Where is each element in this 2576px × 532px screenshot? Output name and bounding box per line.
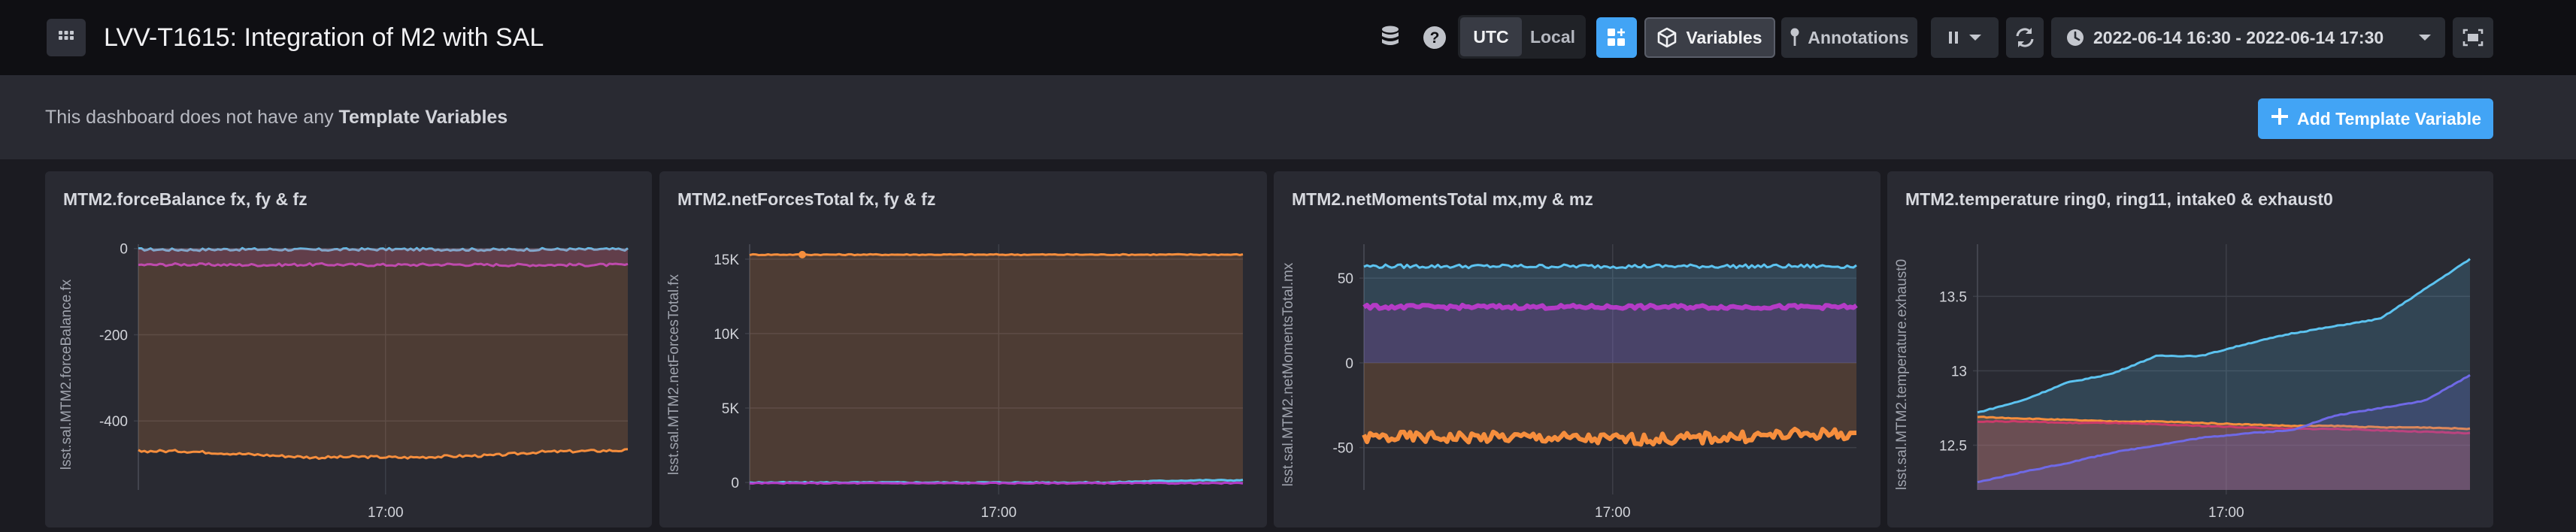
series-area-magenta: [1364, 305, 1856, 363]
y-tick-label: 5K: [722, 401, 740, 417]
page-title: LVV-T1615: Integration of M2 with SAL: [104, 23, 544, 52]
cube-icon: [1657, 27, 1677, 48]
time-range-label: 2022-06-14 16:30 - 2022-06-14 17:30: [2093, 27, 2384, 47]
y-tick-label: -50: [1333, 441, 1353, 457]
y-tick-label: 13.5: [1939, 289, 1967, 305]
help-icon[interactable]: ?: [1417, 20, 1453, 56]
x-tick-label: 17:00: [981, 505, 1017, 521]
add-cell-button[interactable]: [1596, 17, 1637, 58]
y-tick-label: 0: [1345, 356, 1353, 372]
series-area-orange: [1364, 362, 1856, 445]
y-tick-label: 12.5: [1939, 439, 1967, 455]
y-tick-label: 13: [1951, 364, 1967, 379]
presentation-mode-icon: [2462, 28, 2484, 47]
y-axis-label: lsst.sal.MTM2.netForcesTotal.fx: [666, 274, 682, 475]
series-area-orange: [138, 248, 628, 459]
series-line-magenta[interactable]: [749, 481, 1244, 485]
y-tick-label: 50: [1338, 271, 1353, 287]
timezone-toggle: UTC Local: [1458, 15, 1586, 59]
add-template-variable-button[interactable]: Add Template Variable: [2258, 98, 2493, 139]
series-line-orange[interactable]: [749, 252, 1244, 257]
database-icon[interactable]: [1372, 20, 1408, 56]
y-tick-label: -200: [99, 328, 128, 343]
refresh-button[interactable]: [2006, 17, 2044, 58]
add-cell-icon: [1606, 27, 1627, 48]
dashboard-cell-force-balance[interactable]: MTM2.forceBalance fx, fy & fz 0 -200 -400 1…: [45, 171, 652, 527]
pause-icon: [1947, 29, 1959, 46]
y-tick-label: -400: [99, 414, 128, 430]
divider: [0, 159, 2576, 167]
y-tick-label: 10K: [714, 327, 739, 343]
x-tick-label: 17:00: [1595, 505, 1631, 521]
apps-grid-icon[interactable]: [47, 19, 86, 56]
template-variables-message-bold: Template Variables: [338, 107, 508, 128]
plus-icon: [2270, 107, 2290, 131]
x-tick-label: 17:00: [2208, 505, 2244, 521]
template-variables-bar: This dashboard does not have any Templat…: [0, 75, 2576, 159]
template-variables-message: This dashboard does not have any Templat…: [45, 104, 508, 131]
presentation-mode-button[interactable]: [2453, 17, 2493, 58]
chevron-down-icon: [1968, 33, 1982, 42]
y-tick-label: 0: [120, 242, 128, 258]
variables-button[interactable]: Variables: [1644, 17, 1775, 58]
chart-plot: 50 0 -50 17:00 lsst.sal.MTM2.netMomentsTotal…: [1280, 244, 1858, 521]
refresh-icon: [2013, 26, 2037, 50]
template-variables-message-text: This dashboard does not have any: [45, 107, 334, 128]
series-line-magenta[interactable]: [1362, 303, 1858, 311]
y-tick-label: 0: [731, 476, 739, 491]
variables-label: Variables: [1686, 27, 1762, 47]
autorefresh-dropdown[interactable]: [1931, 17, 1999, 58]
hover-point[interactable]: [799, 250, 806, 258]
y-axis-label: lsst.sal.MTM2.forceBalance.fx: [59, 279, 74, 470]
top-bar: LVV-T1615: Integration of M2 with SAL ? …: [0, 0, 2576, 75]
annotations-label: Annotations: [1808, 27, 1909, 47]
timezone-utc-button[interactable]: UTC: [1460, 17, 1522, 56]
dashboard-cell-temperature[interactable]: MTM2.temperature ring0, ring11, intake0 …: [1887, 171, 2493, 527]
x-tick-label: 17:00: [368, 505, 404, 521]
dashboard-cell-net-moments[interactable]: MTM2.netMomentsTotal mx,my & mz 50 0 -50 17…: [1274, 171, 1880, 527]
dashboard-cell-net-forces[interactable]: MTM2.netForcesTotal fx, fy & fz 15K 10K 5K…: [659, 171, 1267, 527]
chart-plot: 0 -200 -400 17:00 lsst.sal.MTM2.forceBalance…: [59, 242, 629, 521]
add-template-variable-label: Add Template Variable: [2297, 108, 2481, 128]
y-tick-label: 15K: [714, 252, 739, 268]
y-axis-label: lsst.sal.MTM2.netMomentsTotal.mx: [1280, 262, 1296, 486]
chart-plot: 13.5 13 12.5 17:00 lsst.sal.MTM2.temperature…: [1894, 244, 2471, 521]
annotations-button[interactable]: Annotations: [1781, 17, 1917, 58]
chart-plot: 15K 10K 5K 0 17:00 lsst.sal.MTM2.netForcesTot…: [666, 244, 1244, 521]
time-range-dropdown[interactable]: 2022-06-14 16:30 - 2022-06-14 17:30: [2051, 17, 2445, 58]
series-area-orange: [750, 254, 1243, 483]
timezone-local-button[interactable]: Local: [1522, 17, 1583, 56]
clock-icon: [2066, 29, 2084, 47]
svg-text:?: ?: [1430, 29, 1440, 47]
pin-icon: [1790, 27, 1800, 48]
chevron-down-icon: [2418, 33, 2432, 42]
y-axis-label: lsst.sal.MTM2.temperature.exhaust0: [1894, 259, 1910, 490]
